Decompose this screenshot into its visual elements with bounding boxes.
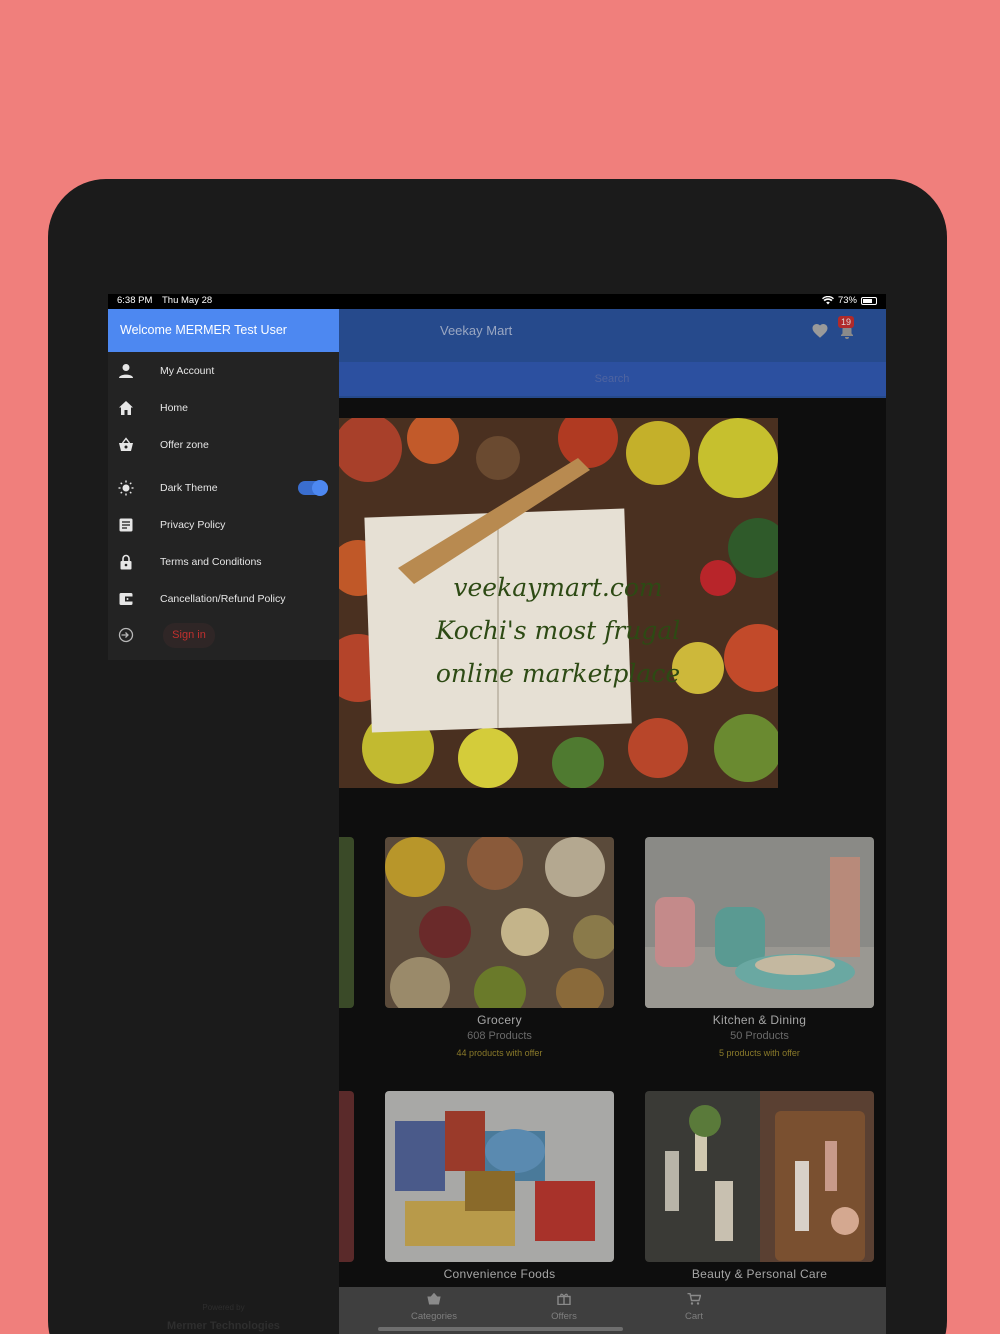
status-time: 6:38 PM (117, 295, 153, 306)
heart-icon[interactable] (811, 322, 829, 340)
notification-badge: 19 (838, 316, 855, 328)
category-name: Convenience Foods (443, 1267, 556, 1281)
lock-icon (120, 554, 132, 570)
category-image (385, 837, 614, 1008)
drawer-item-label: Terms and Conditions (160, 556, 262, 568)
tab-label: Cart (685, 1311, 703, 1322)
tab-cart[interactable]: Cart (654, 1292, 734, 1322)
drawer-item-offer-zone[interactable]: Offer zone (108, 430, 339, 460)
powered-by-label: Powered by (202, 1303, 245, 1312)
category-count: 608 Products (467, 1030, 532, 1042)
category-card-convenience[interactable]: Convenience Foods (385, 1091, 614, 1281)
document-icon (119, 518, 133, 532)
category-name: Kitchen & Dining (712, 1013, 807, 1027)
banner-line-1: veekaymart.com (453, 573, 663, 602)
sun-icon (118, 480, 134, 496)
category-name: Beauty & Personal Care (691, 1267, 828, 1281)
login-icon (118, 627, 134, 643)
drawer-item-dark-theme[interactable]: Dark Theme (108, 473, 339, 503)
drawer-item-label: My Account (160, 365, 215, 377)
search-bar[interactable] (338, 362, 886, 396)
banner-line-2: Kochi's most frugal (435, 616, 681, 645)
drawer-item-terms[interactable]: Terms and Conditions (108, 547, 339, 577)
category-offer: 5 products with offer (719, 1048, 800, 1058)
home-indicator (378, 1327, 623, 1331)
drawer-item-home[interactable]: Home (108, 393, 339, 423)
page-title: Veekay Mart (440, 323, 513, 338)
search-input[interactable] (338, 362, 886, 396)
category-card-beauty[interactable]: Beauty & Personal Care (645, 1091, 874, 1281)
category-card-kitchen[interactable]: Kitchen & Dining 50 Products 5 products … (645, 837, 874, 1058)
battery-icon (861, 296, 877, 305)
category-image (645, 1091, 874, 1262)
banner-text: veekaymart.com Kochi's most frugal onlin… (358, 566, 758, 695)
home-icon (119, 401, 133, 415)
tab-categories[interactable]: Categories (394, 1292, 474, 1322)
tab-label: Categories (411, 1311, 457, 1322)
category-count: 50 Products (730, 1030, 789, 1042)
screen: 6:38 PM Thu May 28 73% Veekay Mart 19 Se… (108, 294, 886, 1334)
sign-in-button[interactable]: Sign in (163, 623, 215, 648)
tab-offers[interactable]: Offers (524, 1293, 604, 1322)
bottom-tab-bar: Categories Offers Cart (338, 1287, 886, 1334)
drawer-item-privacy-policy[interactable]: Privacy Policy (108, 510, 339, 540)
drawer-item-label: Privacy Policy (160, 519, 226, 531)
navigation-drawer: Welcome MERMER Test User My Account Home… (108, 309, 339, 1334)
category-offer: 44 products with offer (456, 1048, 543, 1058)
status-bar: 6:38 PM Thu May 28 73% (108, 294, 886, 309)
category-card-grocery[interactable]: Grocery 608 Products 44 products with of… (385, 837, 614, 1058)
gift-icon (557, 1293, 571, 1306)
basket-icon (427, 1292, 441, 1305)
tab-label: Offers (551, 1311, 577, 1322)
wifi-icon (821, 296, 834, 305)
drawer-item-label: Dark Theme (160, 482, 218, 494)
drawer-item-label: Offer zone (160, 439, 209, 451)
battery-percent: 73% (837, 295, 857, 306)
drawer-item-my-account[interactable]: My Account (108, 356, 339, 386)
person-icon (119, 364, 133, 378)
category-image (645, 837, 874, 1008)
basket-icon (119, 437, 133, 451)
status-right: 73% (821, 295, 877, 306)
promo-banner[interactable]: veekaymart.com Kochi's most frugal onlin… (338, 418, 778, 788)
drawer-item-label: Home (160, 402, 189, 414)
company-name: Mermer Technologies (167, 1320, 280, 1332)
category-image (385, 1091, 614, 1262)
drawer-item-label: Cancellation/Refund Policy (160, 593, 286, 605)
wallet-icon (119, 593, 133, 605)
cart-icon (687, 1292, 702, 1305)
drawer-welcome: Welcome MERMER Test User (108, 309, 339, 352)
drawer-item-cancellation[interactable]: Cancellation/Refund Policy (108, 584, 339, 614)
banner-line-3: online marketplace (435, 659, 681, 688)
category-name: Grocery (477, 1013, 522, 1027)
status-date: Thu May 28 (162, 295, 213, 306)
dark-theme-toggle[interactable] (298, 480, 328, 496)
